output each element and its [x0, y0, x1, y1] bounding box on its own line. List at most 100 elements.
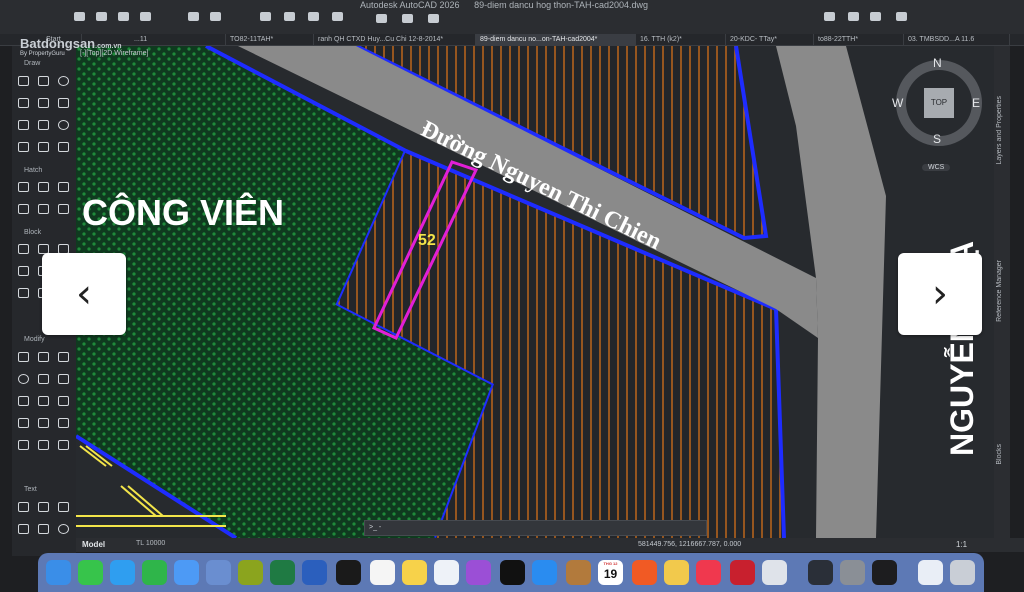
appstore-icon[interactable]: [532, 560, 557, 585]
prev-image-button[interactable]: ‹: [42, 253, 126, 335]
text-style-icon[interactable]: [58, 502, 69, 512]
wipeout-icon[interactable]: [58, 204, 69, 214]
reference-manager-tab[interactable]: Reference Manager: [996, 260, 1003, 322]
blocks-tab[interactable]: Blocks: [996, 444, 1003, 465]
insert-block-icon[interactable]: [18, 244, 29, 254]
next-image-button[interactable]: ›: [898, 253, 982, 335]
calendar-icon[interactable]: THG 12 19: [598, 560, 623, 585]
viewcube-west[interactable]: W: [892, 96, 903, 110]
archive-icon[interactable]: [566, 560, 591, 585]
copy-icon[interactable]: [38, 352, 49, 362]
stretch-icon[interactable]: [58, 352, 69, 362]
array-icon[interactable]: [38, 396, 49, 406]
layout-icon[interactable]: [824, 12, 835, 21]
open-icon[interactable]: [96, 12, 107, 21]
mirror-icon[interactable]: [38, 374, 49, 384]
saveas-icon[interactable]: [140, 12, 151, 21]
viewcube-east[interactable]: E: [972, 96, 980, 110]
workspace-icon[interactable]: [428, 14, 439, 23]
tab-doc-8[interactable]: 03. TMBSDD...A 11.6: [904, 34, 1010, 46]
messages-icon[interactable]: [78, 560, 103, 585]
tab-doc-3[interactable]: ranh QH CTXD Huy...Cu Chi 12-8-2014*: [314, 34, 476, 46]
print-icon[interactable]: [260, 12, 271, 21]
region-icon[interactable]: [18, 142, 29, 152]
finder-icon[interactable]: [46, 560, 71, 585]
music-icon[interactable]: [696, 560, 721, 585]
tab-doc-active[interactable]: 89-diem dancu no...on-TAH-cad2004*: [476, 34, 636, 46]
autocad-icon[interactable]: [730, 560, 755, 585]
point-icon[interactable]: [38, 120, 49, 130]
table-icon[interactable]: [18, 204, 29, 214]
image-icon[interactable]: [38, 204, 49, 214]
scale-icon[interactable]: [58, 396, 69, 406]
photos-icon[interactable]: [664, 560, 689, 585]
boundary-icon[interactable]: [58, 182, 69, 192]
attribute-icon[interactable]: [18, 266, 29, 276]
mtext-icon[interactable]: [18, 502, 29, 512]
extend-icon[interactable]: [58, 418, 69, 428]
reminders-icon[interactable]: [370, 560, 395, 585]
rectangle-icon[interactable]: [18, 98, 29, 108]
command-line[interactable]: >_ -: [364, 520, 707, 536]
downloads-icon[interactable]: [918, 560, 943, 585]
share-icon[interactable]: [376, 14, 387, 23]
send-icon[interactable]: [848, 12, 859, 21]
viewcube-south[interactable]: S: [933, 132, 941, 146]
quicktime-icon[interactable]: [808, 560, 833, 585]
save-icon[interactable]: [118, 12, 129, 21]
new-icon[interactable]: [74, 12, 85, 21]
tab-doc-2[interactable]: TO82-11TAH*: [226, 34, 314, 46]
publish-icon[interactable]: [308, 12, 319, 21]
find-text-icon[interactable]: [38, 524, 49, 534]
erase-icon[interactable]: [18, 418, 29, 428]
break-icon[interactable]: [38, 440, 49, 450]
notes-icon[interactable]: [402, 560, 427, 585]
podcasts-icon[interactable]: [466, 560, 491, 585]
join-icon[interactable]: [18, 440, 29, 450]
hatch-icon[interactable]: [18, 182, 29, 192]
ellipse-icon[interactable]: [58, 120, 69, 130]
model-tab[interactable]: Model: [82, 540, 105, 549]
safari-icon[interactable]: [110, 560, 135, 585]
dtext-icon[interactable]: [38, 502, 49, 512]
tab-doc-6[interactable]: 20-KDC- TTay*: [726, 34, 814, 46]
printer-icon[interactable]: [762, 560, 787, 585]
tab-doc-1[interactable]: ...11: [130, 34, 226, 46]
revcloud-icon[interactable]: [58, 142, 69, 152]
viewcube-north[interactable]: N: [933, 56, 942, 70]
status-customize[interactable]: [994, 538, 1024, 552]
trash-icon[interactable]: [950, 560, 975, 585]
drawing-canvas[interactable]: [-][Top][2D Wireframe] CÔNG VIÊN Đường N…: [76, 46, 994, 538]
match-icon[interactable]: [58, 440, 69, 450]
plotter-icon[interactable]: [402, 14, 413, 23]
facetime-icon[interactable]: [142, 560, 167, 585]
activity-monitor-icon[interactable]: [872, 560, 897, 585]
wcs-menu[interactable]: WCS: [922, 164, 951, 171]
settings-icon[interactable]: [840, 560, 865, 585]
tab-doc-7[interactable]: to88-22TTH*: [814, 34, 904, 46]
move-icon[interactable]: [18, 352, 29, 362]
zoom-icon[interactable]: [58, 524, 69, 534]
layout-tab[interactable]: TL 10000: [136, 540, 165, 547]
spell-check-icon[interactable]: [18, 524, 29, 534]
appletv-icon[interactable]: [500, 560, 525, 585]
redo-icon[interactable]: [210, 12, 221, 21]
offset-icon[interactable]: [18, 120, 29, 130]
plot-icon[interactable]: [284, 12, 295, 21]
polyline-icon[interactable]: [38, 76, 49, 86]
brave-icon[interactable]: [632, 560, 657, 585]
appstore-alt-icon[interactable]: [206, 560, 231, 585]
layers-icon[interactable]: [332, 12, 343, 21]
chamfer-icon[interactable]: [38, 418, 49, 428]
annotation-scale[interactable]: 1:1: [956, 540, 967, 549]
spline-icon[interactable]: [58, 98, 69, 108]
freeform-icon[interactable]: [434, 560, 459, 585]
tab-doc-5[interactable]: 16. TTH (k2)*: [636, 34, 726, 46]
circle-icon[interactable]: [58, 76, 69, 86]
viewcube-top-face[interactable]: TOP: [924, 88, 954, 118]
divide-icon[interactable]: [38, 142, 49, 152]
rotate-icon[interactable]: [18, 374, 29, 384]
undo-icon[interactable]: [188, 12, 199, 21]
group-icon[interactable]: [18, 288, 29, 298]
arc-icon[interactable]: [38, 98, 49, 108]
